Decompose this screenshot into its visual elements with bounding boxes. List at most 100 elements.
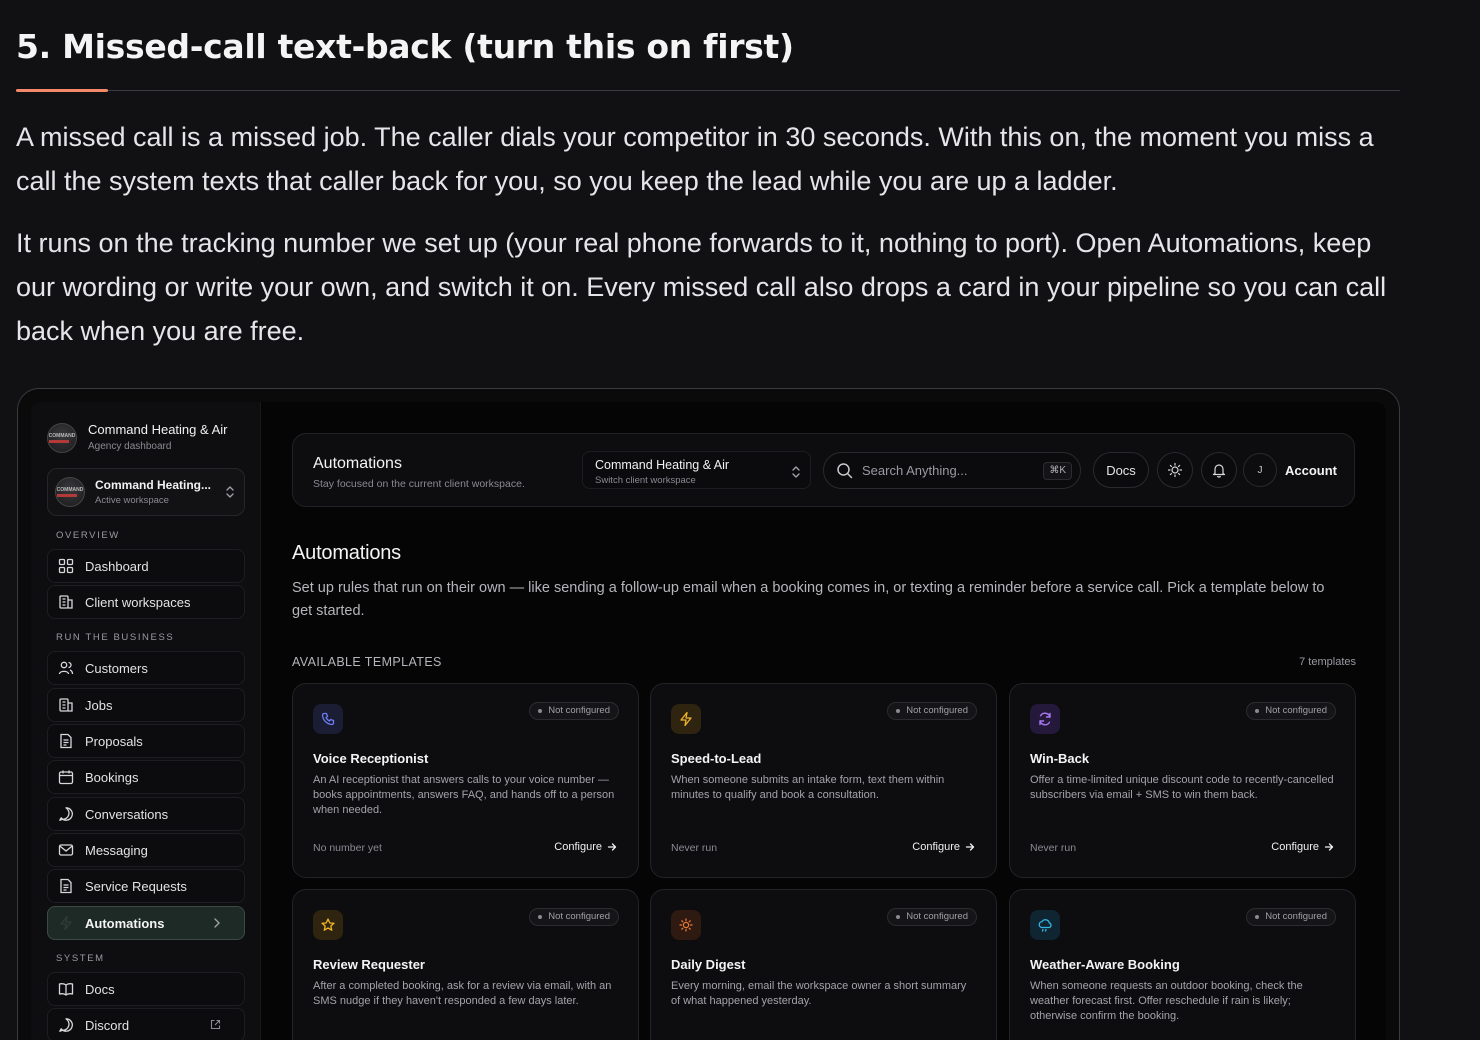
topbar-title: Automations [313,455,402,472]
sidebar-item-automations[interactable]: Automations [47,906,245,940]
configure-button[interactable]: Configure [554,841,617,853]
sidebar-item-conversations[interactable]: Conversations [47,797,245,831]
search-input[interactable]: Search Anything... ⌘K [823,452,1081,489]
sidebar: COMMAND Command Heating & Air Agency das… [31,402,261,1040]
chat-icon [59,1018,73,1032]
article: 5. Missed-call text-back (turn this on f… [16,0,1400,353]
account-label: Account [1285,462,1337,478]
template-icon [1030,704,1060,734]
status-badge: Not configured [887,908,977,926]
account-menu[interactable]: J Account [1243,452,1337,488]
template-status-text: Never run [1030,842,1077,854]
heading-divider [16,89,1400,92]
users-icon [58,661,74,675]
sidebar-item-service-requests[interactable]: Service Requests [47,869,245,903]
status-badge: Not configured [1246,908,1336,926]
section-run-the-business: RUN THE BUSINESS [56,632,175,643]
search-icon [837,463,853,479]
sidebar-item-bookings[interactable]: Bookings [47,760,245,794]
section-overview: OVERVIEW [56,530,120,541]
mail-icon [58,844,74,856]
arrow-right-icon [607,843,617,851]
configure-button[interactable]: Configure [1271,841,1334,853]
brand-title: Command Heating & Air [88,422,228,437]
theme-toggle-button[interactable] [1157,452,1193,488]
template-description: An AI receptionist that answers calls to… [313,774,615,816]
top-bar: Automations Stay focused on the current … [292,433,1355,507]
template-card[interactable]: Not configured Weather-Aware Booking When … [1009,889,1356,1040]
template-status-text: No number yet [313,842,382,854]
arrow-right-icon [965,843,975,851]
template-description: Every morning, email the workspace owner… [671,980,967,1007]
template-icon [1030,910,1060,940]
arrow-right-icon [1324,843,1334,851]
chat-icon [59,807,73,821]
sidebar-item-client-workspaces[interactable]: Client workspaces [47,585,245,619]
building-icon [59,595,73,609]
template-card[interactable]: Not configured Win-Back Offer a time-limit… [1009,683,1356,878]
page-title: Automations [292,542,401,564]
template-title: Voice Receptionist [313,751,429,766]
template-card[interactable]: Not configured Daily Digest Every morning,… [650,889,997,1040]
phone-icon [321,712,335,726]
topbar-title-block: Automations Stay focused on the current … [313,454,525,491]
paragraph-1: A missed call is a missed job. The calle… [16,122,1374,196]
sidebar-item-discord[interactable]: Discord [47,1008,245,1040]
sidebar-item-proposals[interactable]: Proposals [47,724,245,758]
bell-icon [1212,464,1226,478]
star-icon [321,918,335,931]
template-icon [671,704,701,734]
notifications-button[interactable] [1201,452,1237,488]
brand-subtitle: Agency dashboard [88,441,172,452]
section-heading: 5. Missed-call text-back (turn this on f… [16,27,794,66]
sidebar-item-docs[interactable]: Docs [47,972,245,1006]
template-description: When someone requests an outdoor booking… [1030,980,1303,1022]
screenshot-frame: COMMAND Command Heating & Air Agency das… [17,388,1400,1040]
template-description: When someone submits an intake form, tex… [671,774,945,801]
document-icon [60,878,72,894]
configure-button[interactable]: Configure [912,841,975,853]
template-card[interactable]: Not configured Speed-to-Lead When someone … [650,683,997,878]
sidebar-item-dashboard[interactable]: Dashboard [47,549,245,583]
sidebar-item-messaging[interactable]: Messaging [47,833,245,867]
calendar-icon [58,770,74,785]
building-icon [59,698,73,712]
sun-icon [1167,462,1183,478]
status-badge: Not configured [529,908,619,926]
status-badge: Not configured [529,702,619,720]
workspace-switcher[interactable]: COMMAND Command Heating... Active worksp… [47,468,245,516]
chevron-updown-icon [792,466,800,478]
template-status-text: Never run [671,842,718,854]
workspace-title: Command Heating... [95,477,212,492]
template-title: Win-Back [1030,751,1090,766]
templates-count: 7 templates [1299,656,1356,668]
bolt-icon [60,915,72,931]
brand-logo: COMMAND [47,423,77,453]
template-card[interactable]: Not configured Voice Receptionist An AI re… [292,683,639,878]
available-templates-label: AVAILABLE TEMPLATES [292,655,442,669]
status-badge: Not configured [1246,702,1336,720]
external-link-icon [210,1019,221,1030]
bolt-icon [680,711,692,727]
sidebar-item-jobs[interactable]: Jobs [47,688,245,722]
paragraph-2: It runs on the tracking number we set up… [16,228,1387,346]
chevron-right-icon [214,918,220,928]
page-description: Set up rules that run on their own — lik… [292,580,1325,619]
template-description: Offer a time-limited unique discount cod… [1030,774,1334,801]
sidebar-item-customers[interactable]: Customers [47,651,245,685]
sidebar-brand[interactable]: COMMAND Command Heating & Air Agency das… [47,422,227,454]
template-icon [671,910,701,940]
template-title: Daily Digest [671,957,746,972]
document-icon [60,733,72,749]
grid-icon [58,558,74,574]
workspace-subtitle: Active workspace [95,494,169,506]
docs-button[interactable]: Docs [1093,452,1149,488]
template-description: After a completed booking, ask for a rev… [313,980,612,1007]
book-icon [58,983,74,996]
client-workspace-selector[interactable]: Command Heating & Air Switch client work… [582,451,811,489]
template-title: Speed-to-Lead [671,751,762,766]
section-system: SYSTEM [56,953,105,964]
template-title: Weather-Aware Booking [1030,957,1180,972]
template-title: Review Requester [313,957,425,972]
template-card[interactable]: Not configured Review Requester After a co… [292,889,639,1040]
